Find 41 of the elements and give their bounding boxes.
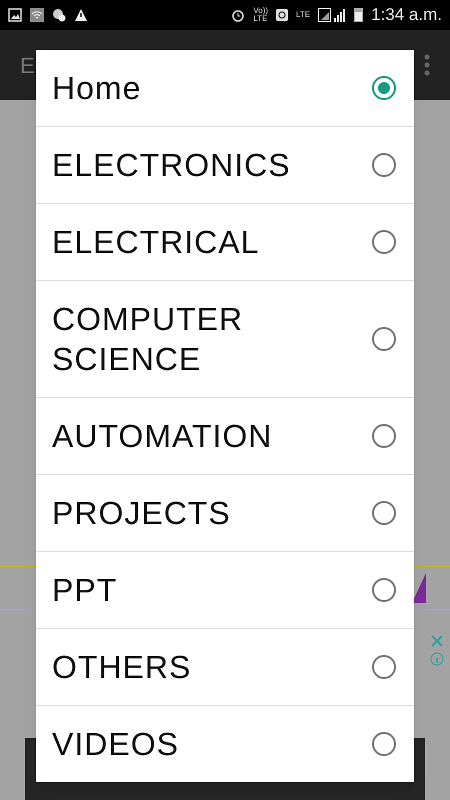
dropdown-icon bbox=[412, 573, 426, 603]
option-label: AUTOMATION bbox=[52, 417, 274, 456]
radio-button[interactable] bbox=[372, 501, 396, 525]
option-row[interactable]: ELECTRONICS bbox=[36, 126, 414, 203]
chat-icon bbox=[52, 8, 66, 22]
option-label: PROJECTS bbox=[52, 494, 232, 533]
network-label: Vo)) LTE bbox=[253, 7, 268, 23]
option-label: Home bbox=[52, 69, 142, 108]
option-row[interactable]: COMPUTER SCIENCE bbox=[36, 280, 414, 397]
radio-button[interactable] bbox=[372, 655, 396, 679]
image-icon bbox=[8, 8, 22, 22]
option-label: PPT bbox=[52, 571, 118, 610]
option-row[interactable]: VIDEOS bbox=[36, 705, 414, 782]
radio-button[interactable] bbox=[372, 76, 396, 100]
option-row[interactable]: AUTOMATION bbox=[36, 397, 414, 474]
app-title: E bbox=[20, 52, 35, 80]
alarm-icon bbox=[231, 8, 246, 22]
option-row[interactable]: PROJECTS bbox=[36, 474, 414, 551]
option-label: COMPUTER SCIENCE bbox=[52, 300, 244, 379]
battery-icon bbox=[354, 8, 364, 22]
network-label: LTE bbox=[296, 9, 310, 21]
option-label: OTHERS bbox=[52, 648, 192, 687]
signal-icon bbox=[318, 8, 346, 22]
data-icon bbox=[276, 9, 288, 21]
wifi-icon bbox=[30, 8, 44, 22]
more-options-icon[interactable] bbox=[424, 54, 430, 76]
warning-icon bbox=[74, 8, 88, 22]
option-label: VIDEOS bbox=[52, 725, 180, 764]
option-row[interactable]: Home bbox=[36, 50, 414, 126]
option-label: ELECTRONICS bbox=[52, 146, 292, 185]
radio-button[interactable] bbox=[372, 424, 396, 448]
radio-button[interactable] bbox=[372, 732, 396, 756]
clock-time: 1:34 a.m. bbox=[371, 4, 442, 26]
radio-button[interactable] bbox=[372, 578, 396, 602]
radio-button[interactable] bbox=[372, 327, 396, 351]
option-row[interactable]: ELECTRICAL bbox=[36, 203, 414, 280]
radio-button[interactable] bbox=[372, 153, 396, 177]
option-row[interactable]: PPT bbox=[36, 551, 414, 628]
radio-button[interactable] bbox=[372, 230, 396, 254]
option-label: ELECTRICAL bbox=[52, 223, 260, 262]
option-row[interactable]: OTHERS bbox=[36, 628, 414, 705]
